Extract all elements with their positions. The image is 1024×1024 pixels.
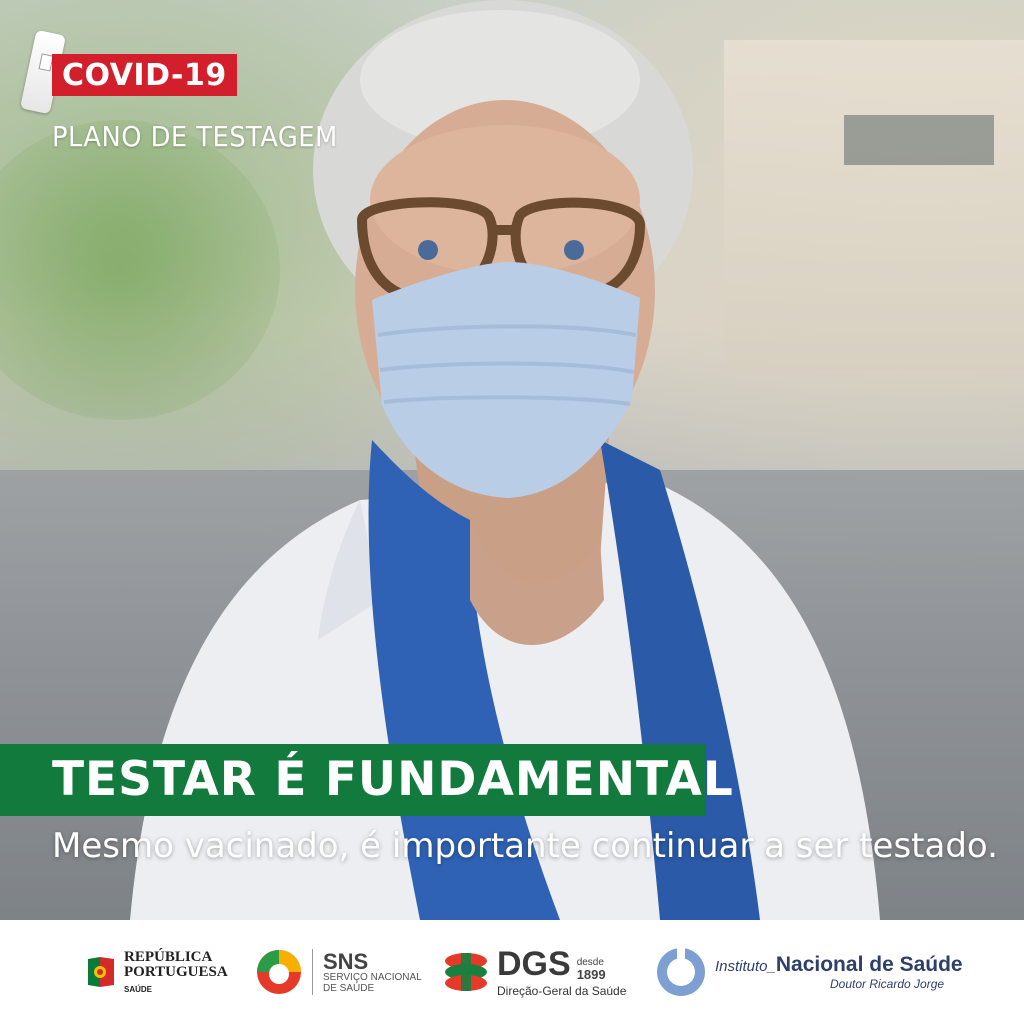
dgs-sub: Direção-Geral da Saúde (497, 983, 627, 998)
footer-logos: REPÚBLICA PORTUGUESA SAÚDE SNS SERVIÇO N… (0, 920, 1024, 1024)
dgs-logo: DGS desde 1899 Direção-Geral da Saúde (443, 920, 626, 1024)
sns-logo: SNS SERVIÇO NACIONAL DE SAÚDE (256, 920, 422, 1024)
headline: TESTAR É FUNDAMENTAL (52, 752, 734, 807)
sns-sub-line2: DE SAÚDE (323, 982, 375, 994)
subheadline: Mesmo vacinado, é importante continuar a… (52, 826, 998, 866)
insa-name: Nacional de Saúde (775, 953, 963, 976)
sns-divider (312, 949, 313, 995)
dgs-desde: desde (576, 956, 604, 968)
plan-subtitle: PLANO DE TESTAGEM (52, 120, 338, 153)
insa-logo: Instituto_ Nacional de Saúde Doutor Rica… (655, 920, 963, 1024)
portugal-flag-icon (88, 957, 114, 987)
insa-emblem-icon (657, 948, 705, 996)
republica-line2: PORTUGUESA (124, 964, 228, 980)
republica-sub: SAÚDE (124, 985, 153, 994)
sns-title: SNS (323, 948, 369, 974)
dgs-emblem-icon (445, 953, 487, 991)
dgs-title: DGS (497, 944, 571, 983)
covid-badge: COVID-19 (52, 54, 237, 96)
republica-portuguesa-logo: REPÚBLICA PORTUGUESA SAÚDE (86, 920, 228, 1024)
insa-sub: Doutor Ricardo Jorge (830, 977, 945, 991)
dgs-year: 1899 (576, 966, 606, 982)
republica-line1: REPÚBLICA (124, 949, 213, 965)
insa-instituto: Instituto_ (715, 958, 776, 975)
sns-emblem-icon (257, 950, 301, 994)
sns-sub-line1: SERVIÇO NACIONAL (323, 972, 422, 984)
